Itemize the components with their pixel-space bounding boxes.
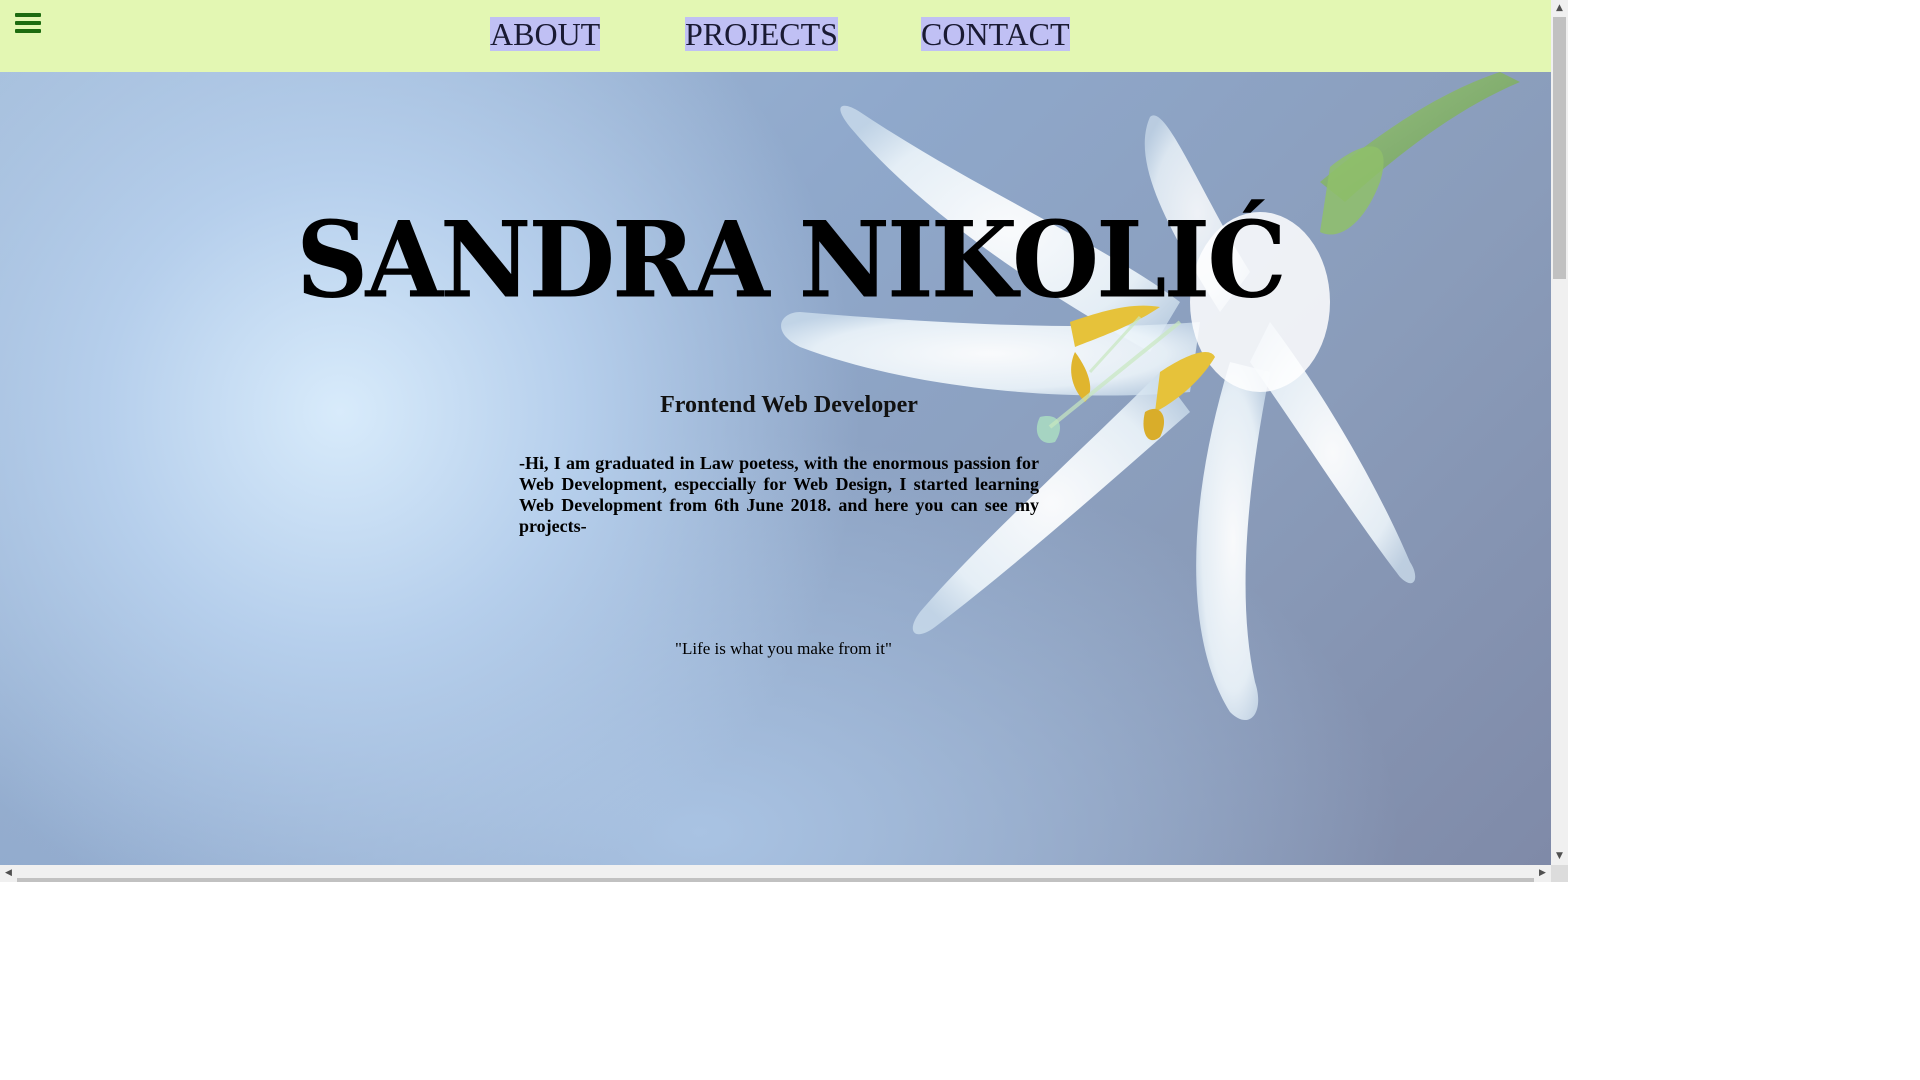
scroll-left-arrow-icon[interactable]: ◀ [0,865,17,882]
top-navbar: ABOUT PROJECTS CONTACT [0,0,1551,72]
horizontal-scrollbar[interactable]: ◀ ▶ [0,865,1551,882]
nav-link-projects[interactable]: PROJECTS [685,17,838,51]
nav-link-about[interactable]: ABOUT [490,17,601,51]
hamburger-menu-icon[interactable] [15,13,41,35]
hero-name-heading: SANDRA NIKOLIĆ [296,198,1287,322]
vertical-scroll-thumb[interactable] [1553,17,1566,279]
hero-role-subtitle: Frontend Web Developer [660,392,918,418]
hero-about-paragraph: -Hi, I am graduated in Law poetess, with… [519,453,1039,536]
page: ABOUT PROJECTS CONTACT SANDRA NIKOLIĆ Fr… [0,0,1568,882]
scroll-right-arrow-icon[interactable]: ▶ [1534,865,1551,882]
scroll-down-arrow-icon[interactable]: ▼ [1551,848,1568,865]
vertical-scrollbar[interactable]: ▲ ▼ [1551,0,1568,865]
nav-link-contact[interactable]: CONTACT [921,17,1070,51]
hero-section: SANDRA NIKOLIĆ Frontend Web Developer -H… [0,72,1551,865]
hero-quote: "Life is what you make from it" [675,639,892,658]
horizontal-scroll-thumb[interactable] [17,878,1534,882]
scrollbar-corner [1551,865,1568,882]
scroll-up-arrow-icon[interactable]: ▲ [1551,0,1568,17]
